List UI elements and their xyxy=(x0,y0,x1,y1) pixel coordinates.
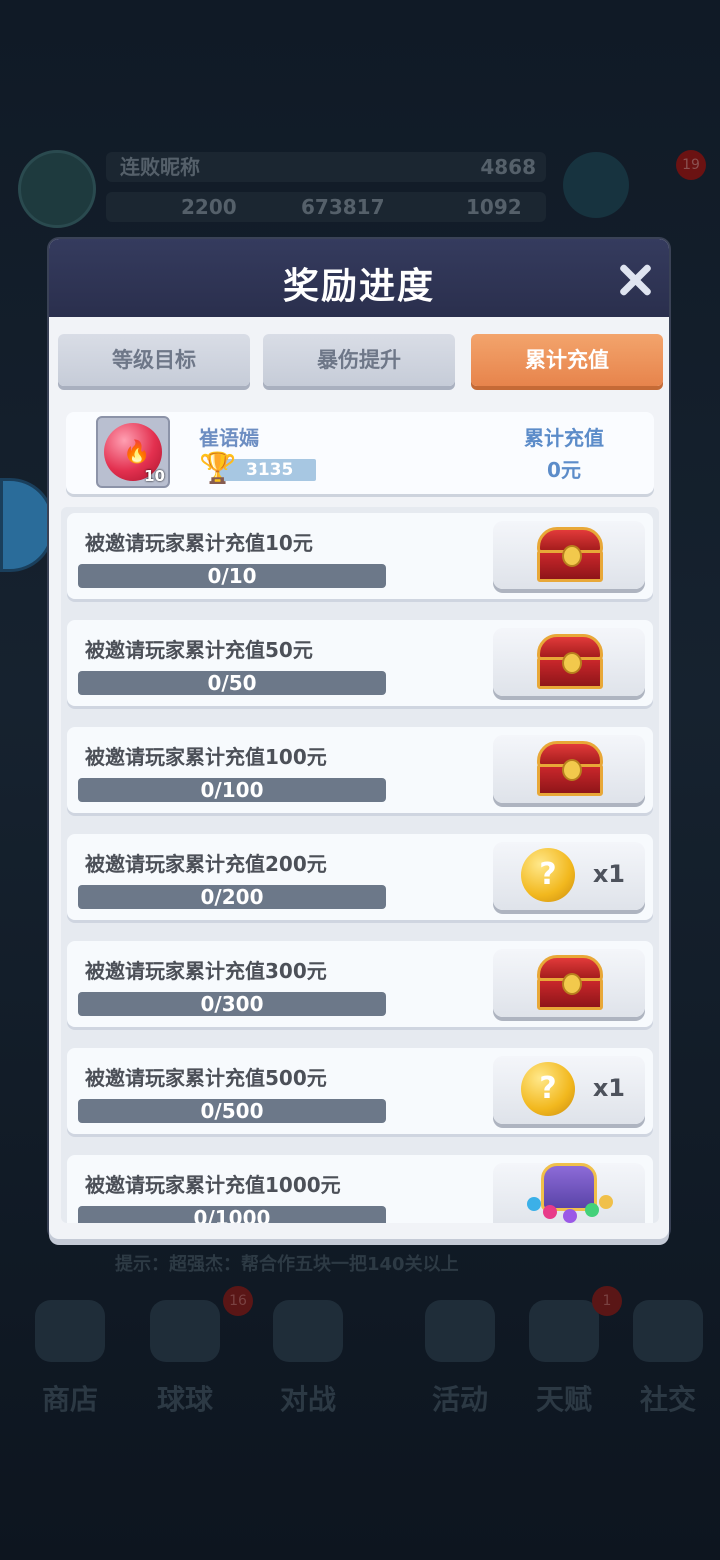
hud-resource-1: 2200 xyxy=(181,195,237,219)
background-tip: 提示：超强杰：帮合作五块一把140关以上 xyxy=(115,1254,459,1275)
task-label: 被邀请玩家累计充值1000元 xyxy=(85,1173,341,1197)
task-row: 被邀请玩家累计充值1000元 0/1000 xyxy=(67,1155,653,1223)
task-label: 被邀请玩家累计充值10元 xyxy=(85,531,313,555)
globe-icon xyxy=(563,152,629,218)
player-ball-icon: 🔥 10 xyxy=(96,416,170,488)
reward-button[interactable] xyxy=(493,949,645,1017)
trophy-count: 3135 xyxy=(246,460,294,480)
player-card: 🔥 10 崔语嫣 🏆 3135 累计充值 0元 xyxy=(66,412,654,494)
task-row: 被邀请玩家累计充值200元 0/200 ? x1 xyxy=(67,834,653,920)
reward-progress-modal: 奖励进度 等级目标 暴伤提升 累计充值 🔥 10 崔语嫣 🏆 3135 累计充值… xyxy=(49,239,669,1239)
hud-resource-bar: 2200 673817 1092 xyxy=(106,192,546,222)
trophy-icon: 🏆 xyxy=(199,451,237,486)
nav-label: 社交 xyxy=(639,1383,696,1416)
side-shark-button xyxy=(0,478,54,572)
reward-button[interactable] xyxy=(493,1163,645,1223)
modal-title: 奖励进度 xyxy=(282,266,435,307)
mystery-coin-icon: ? xyxy=(521,1062,575,1116)
task-progress: 0/100 xyxy=(78,778,386,802)
task-label: 被邀请玩家累计充值300元 xyxy=(85,959,327,983)
nav-item-balls: 球球 16 xyxy=(115,1286,255,1420)
tab-total-recharge[interactable]: 累计充值 xyxy=(471,334,663,386)
hud-resource-2: 673817 xyxy=(301,195,385,219)
reward-button[interactable]: ? x1 xyxy=(493,1056,645,1124)
hud-name: 连败昵称 xyxy=(120,155,200,179)
reward-quantity: x1 xyxy=(592,860,625,888)
tab-crit-boost[interactable]: 暴伤提升 xyxy=(263,334,455,386)
recharge-label: 累计充值 xyxy=(524,426,604,450)
player-name: 崔语嫣 xyxy=(199,426,259,450)
reward-button[interactable]: ? x1 xyxy=(493,842,645,910)
treasure-chest-icon xyxy=(535,737,605,799)
hud-trophy-count: 4868 xyxy=(480,155,536,179)
task-progress: 0/50 xyxy=(78,671,386,695)
gem-treasure-chest-icon xyxy=(523,1157,615,1223)
task-row: 被邀请玩家累计充值10元 0/10 xyxy=(67,513,653,599)
treasure-chest-icon xyxy=(535,630,605,692)
reward-quantity: x1 xyxy=(592,1074,625,1102)
tab-level-goal[interactable]: 等级目标 xyxy=(58,334,250,386)
swords-icon xyxy=(273,1300,343,1362)
hud-resource-3: 1092 xyxy=(466,195,522,219)
ball-icon xyxy=(150,1300,220,1362)
bottom-nav: 商店 球球 16 对战 活动 天赋 1 社交 xyxy=(0,1286,720,1420)
nav-label: 对战 xyxy=(279,1383,336,1416)
player-level: 10 xyxy=(144,467,165,485)
notification-badge: 19 xyxy=(676,150,706,180)
events-icon xyxy=(425,1300,495,1362)
task-progress: 0/300 xyxy=(78,992,386,1016)
nav-label: 球球 xyxy=(156,1383,213,1416)
task-label: 被邀请玩家累计充值500元 xyxy=(85,1066,327,1090)
shop-icon xyxy=(35,1300,105,1362)
hud-name-bar: 连败昵称 4868 xyxy=(106,152,546,182)
task-list[interactable]: 被邀请玩家累计充值10元 0/10 被邀请玩家累计充值50元 0/50 被邀请玩… xyxy=(61,507,659,1223)
close-icon[interactable] xyxy=(617,263,651,297)
task-progress: 0/10 xyxy=(78,564,386,588)
flame-icon: 🔥 xyxy=(123,440,151,465)
reward-button[interactable] xyxy=(493,735,645,803)
player-avatar xyxy=(18,150,96,228)
task-progress: 0/1000 xyxy=(78,1206,386,1223)
recharge-value: 0元 xyxy=(547,458,581,482)
task-row: 被邀请玩家累计充值500元 0/500 ? x1 xyxy=(67,1048,653,1134)
chat-icon xyxy=(633,1300,703,1362)
top-hud: 连败昵称 4868 2200 673817 1092 19 xyxy=(18,150,708,230)
task-progress: 0/200 xyxy=(78,885,386,909)
task-row: 被邀请玩家累计充值300元 0/300 xyxy=(67,941,653,1027)
nav-item-social: 社交 xyxy=(598,1290,720,1420)
reward-button[interactable] xyxy=(493,628,645,696)
treasure-chest-icon xyxy=(535,951,605,1013)
task-row: 被邀请玩家累计充值100元 0/100 xyxy=(67,727,653,813)
task-row: 被邀请玩家累计充值50元 0/50 xyxy=(67,620,653,706)
nav-item-battle: 对战 xyxy=(238,1290,378,1420)
task-progress: 0/500 xyxy=(78,1099,386,1123)
task-label: 被邀请玩家累计充值100元 xyxy=(85,745,327,769)
treasure-chest-icon xyxy=(535,523,605,585)
mystery-coin-icon: ? xyxy=(521,848,575,902)
modal-header: 奖励进度 xyxy=(49,239,669,317)
planet-icon xyxy=(529,1300,599,1362)
reward-button[interactable] xyxy=(493,521,645,589)
task-label: 被邀请玩家累计充值200元 xyxy=(85,852,327,876)
task-label: 被邀请玩家累计充值50元 xyxy=(85,638,313,662)
